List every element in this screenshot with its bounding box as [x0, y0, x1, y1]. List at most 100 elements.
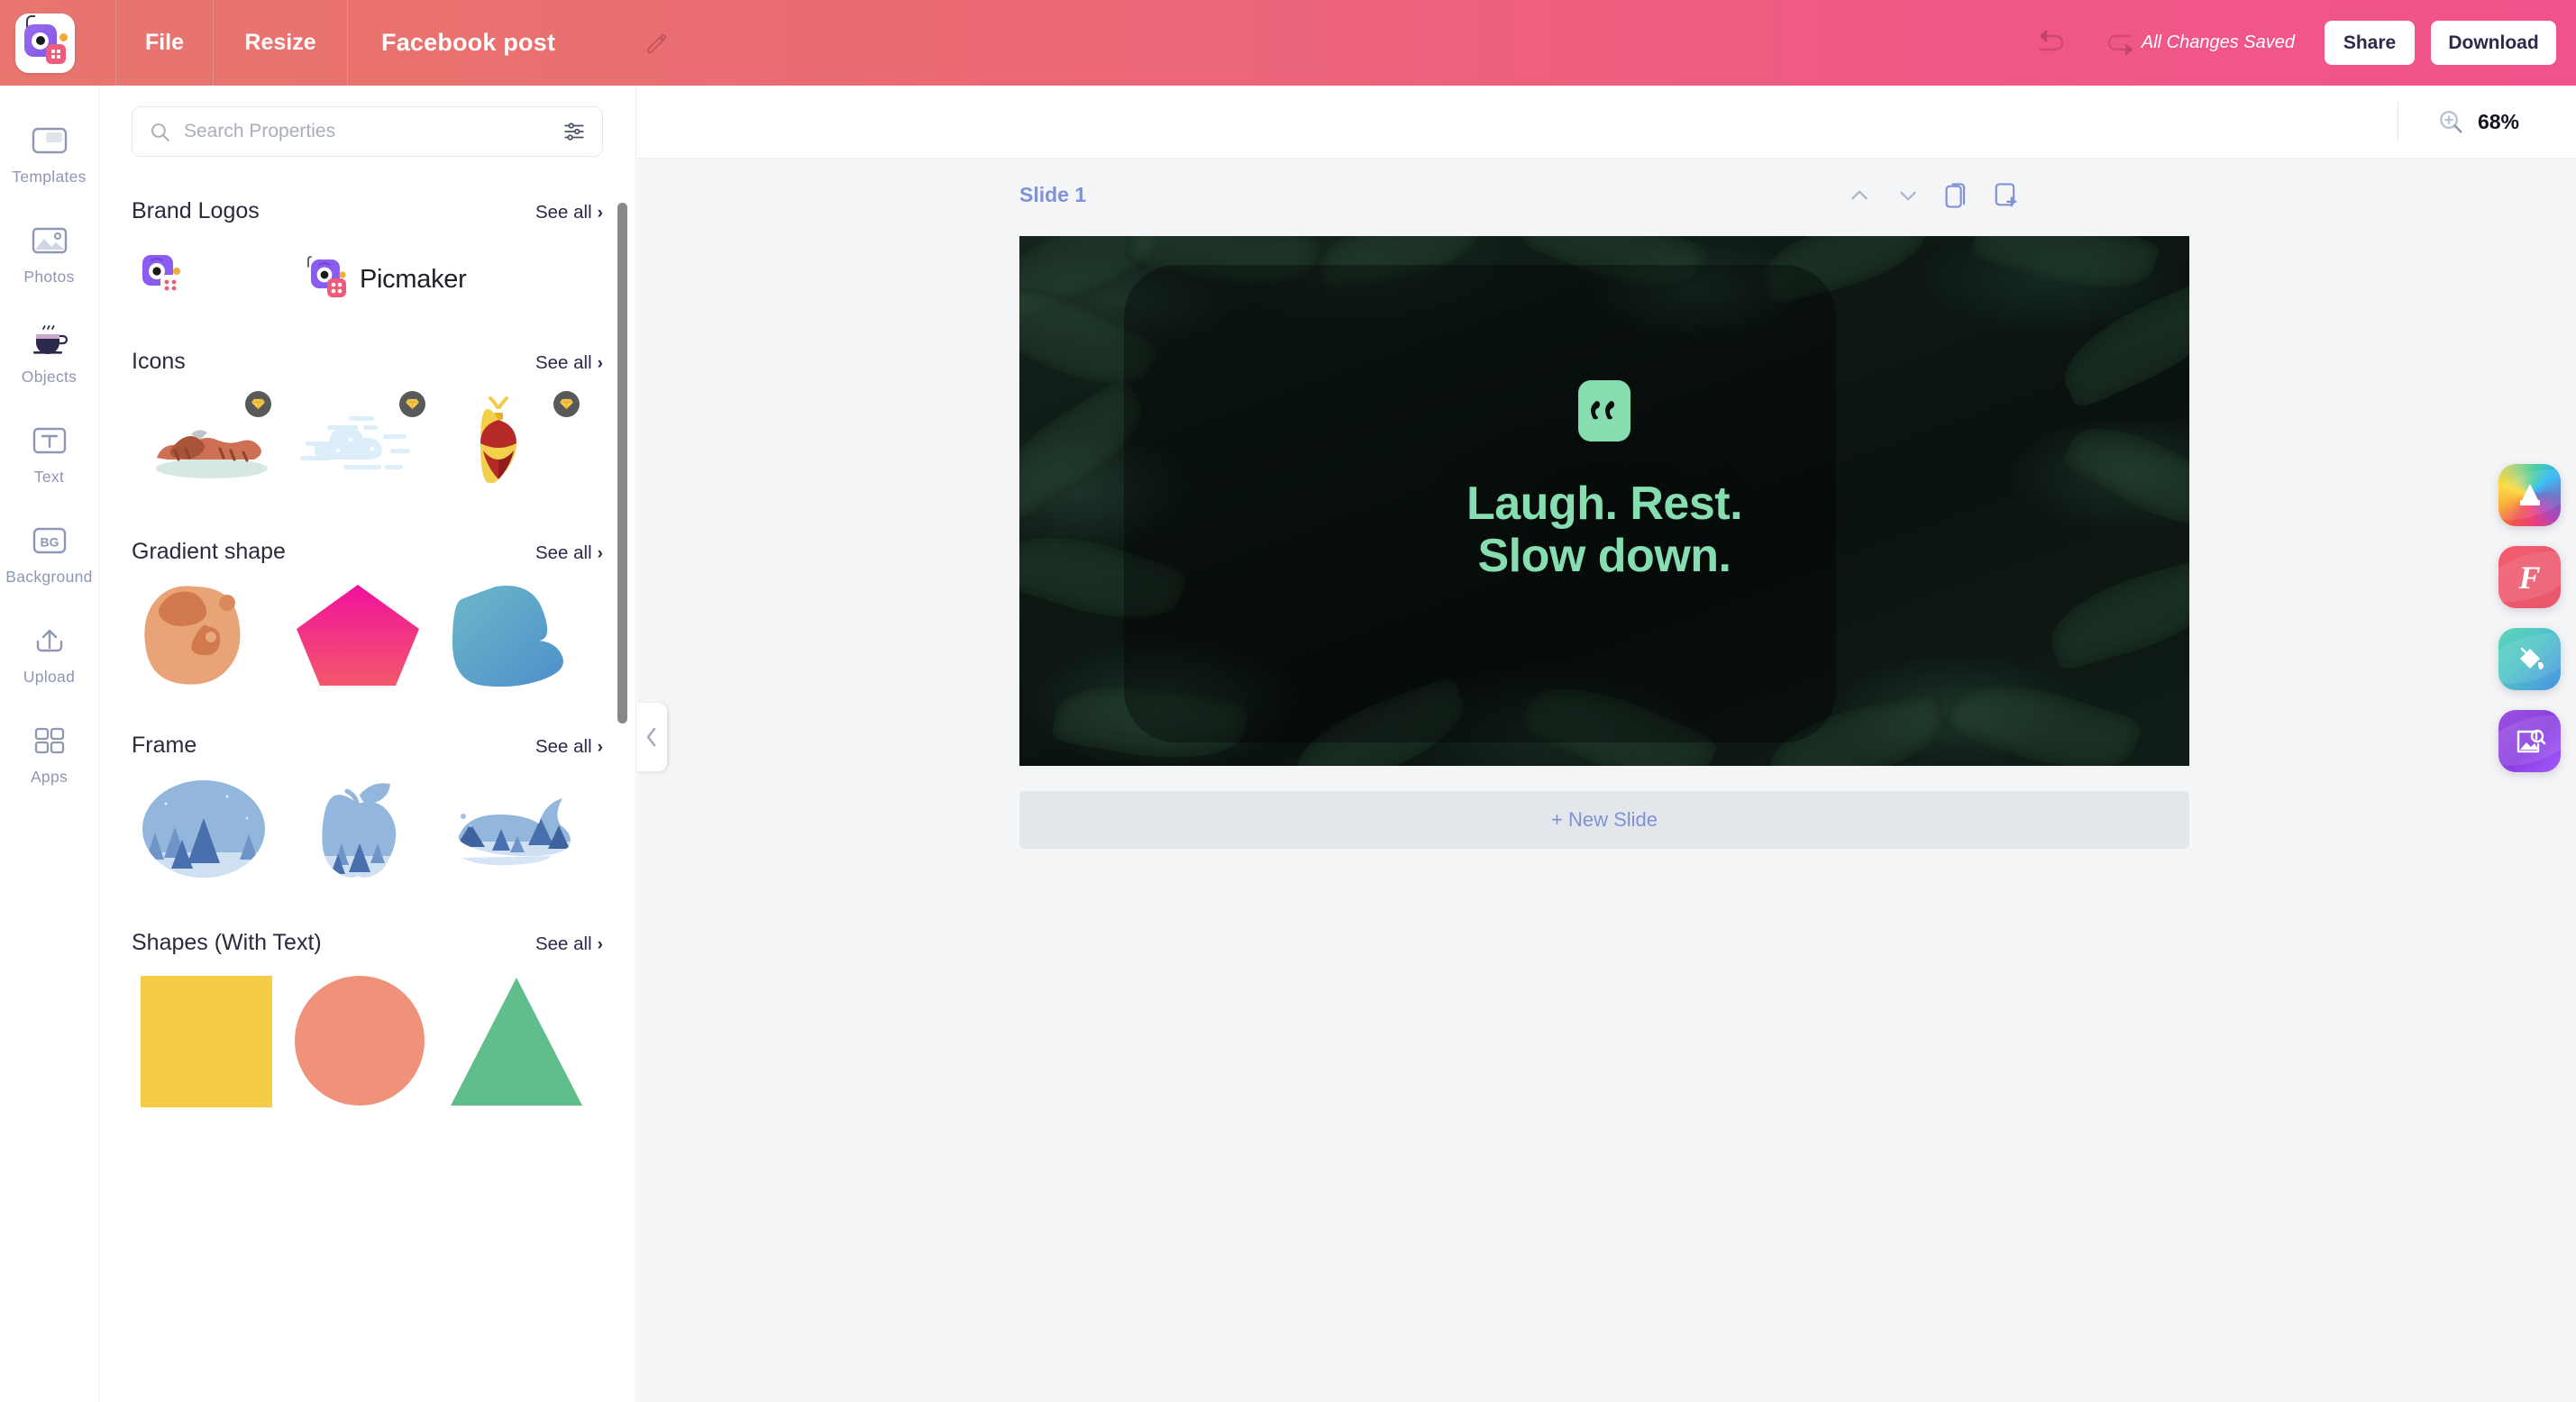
resize-menu[interactable]: Resize: [214, 0, 347, 86]
left-rail: Templates Photos Objects Text BG Backgro…: [0, 86, 99, 1402]
color-palette-tool[interactable]: [2498, 464, 2561, 526]
undo-button[interactable]: [2030, 28, 2069, 59]
see-all-icons[interactable]: See all ›: [535, 352, 603, 374]
search-input[interactable]: [184, 121, 562, 142]
coffee-cup-icon: [28, 319, 71, 361]
slide-tools: [1843, 177, 2022, 214]
sidebar-item-photos[interactable]: Photos: [0, 219, 99, 287]
design-canvas[interactable]: Laugh. Rest. Slow down.: [1019, 236, 2189, 766]
upload-arrow-icon: [30, 619, 69, 661]
quote-mark-badge[interactable]: [1578, 380, 1631, 442]
see-all-label: See all: [534, 736, 592, 757]
icon-item-cloud[interactable]: [295, 391, 449, 490]
font-f-icon: F: [2518, 559, 2541, 596]
rename-button[interactable]: [644, 30, 671, 57]
move-slide-up-button[interactable]: [1843, 177, 1876, 214]
cloud-icon: [300, 416, 410, 469]
brand-logo-wordmark[interactable]: Picmaker: [302, 251, 599, 307]
save-status: All Changes Saved: [2141, 32, 2295, 52]
blob-orange-shape: [144, 586, 241, 685]
shape-item-pentagon-pink[interactable]: [295, 583, 449, 691]
panel-scrollbar-track[interactable]: [617, 203, 627, 1401]
circle-shape: [295, 976, 425, 1106]
add-slide-button[interactable]: [1989, 177, 2022, 214]
section-title: Shapes (With Text): [132, 930, 322, 955]
shape-item-triangle[interactable]: [449, 976, 603, 1112]
filter-sliders-icon[interactable]: [562, 120, 586, 143]
svg-text:BG: BG: [40, 534, 59, 549]
sidebar-item-upload[interactable]: Upload: [0, 619, 99, 687]
icon-item-grilled-food[interactable]: [141, 391, 295, 490]
sidebar-item-objects[interactable]: Objects: [0, 319, 99, 387]
duplicate-slide-button[interactable]: [1941, 177, 1973, 214]
apple-forest-frame: [322, 783, 397, 878]
circle-forest-frame: [142, 780, 265, 878]
properties-panel: Brand Logos See all ›: [99, 86, 636, 1402]
picmaker-editor: File Resize Facebook post All Changes Sa…: [0, 0, 2576, 1402]
frame-item-whale-forest[interactable]: [449, 778, 603, 887]
icon-item-ornament[interactable]: [449, 391, 603, 490]
square-shape: [141, 976, 272, 1107]
diamond-icon: [560, 398, 573, 410]
picmaker-wordmark-text: Picmaker: [360, 264, 467, 294]
zoom-control[interactable]: 68%: [2397, 102, 2519, 141]
shape-item-blob-blue[interactable]: [449, 583, 603, 691]
see-all-label: See all: [534, 542, 592, 563]
undo-icon: [2039, 29, 2064, 50]
see-all-shapes-with-text[interactable]: See all ›: [535, 933, 603, 955]
picmaker-wordmark-icon: [307, 256, 346, 297]
sidebar-item-templates[interactable]: Templates: [0, 119, 99, 187]
panel-scrollbar-thumb[interactable]: [617, 203, 627, 724]
move-slide-down-button[interactable]: [1892, 177, 1924, 214]
sidebar-item-text[interactable]: Text: [0, 419, 99, 487]
document-title[interactable]: Facebook post: [348, 0, 555, 86]
premium-badge: [553, 391, 580, 417]
canvas-workspace: 68% Slide 1 Laugh. Rest. Slow down. + Ne…: [637, 86, 2576, 1402]
see-all-brand-logos[interactable]: See all ›: [535, 202, 603, 223]
text-t-icon: [31, 419, 69, 461]
zoom-bar: 68%: [637, 86, 2576, 159]
background-bg-icon: BG: [30, 519, 69, 561]
ornament-icon: [480, 396, 516, 483]
sidebar-label: Apps: [30, 768, 69, 786]
pentagon-pink-shape: [297, 585, 419, 686]
fonts-tool[interactable]: F: [2498, 546, 2561, 608]
slide-label: Slide 1: [1019, 183, 1087, 206]
copy-icon: [1945, 183, 1966, 208]
sidebar-item-apps[interactable]: Apps: [0, 719, 99, 787]
chevron-right-icon: ›: [597, 203, 603, 223]
chevron-up-icon: [1851, 190, 1868, 200]
plus-page-icon: [1995, 183, 2017, 207]
section-title: Frame: [132, 733, 197, 758]
fill-color-tool[interactable]: [2498, 628, 2561, 690]
section-header: Brand Logos See all ›: [132, 198, 603, 224]
download-button[interactable]: Download: [2431, 21, 2556, 65]
search-box[interactable]: [132, 106, 603, 157]
app-header: File Resize Facebook post All Changes Sa…: [0, 0, 2576, 86]
canvas-quote-text[interactable]: Laugh. Rest. Slow down.: [1019, 478, 2189, 582]
share-button[interactable]: Share: [2325, 21, 2415, 65]
see-all-gradient-shape[interactable]: See all ›: [535, 542, 603, 564]
brand-logo-mark[interactable]: [141, 251, 226, 307]
collapse-panel-button[interactable]: [636, 703, 667, 771]
redo-button[interactable]: [2102, 28, 2142, 59]
section-header: Icons See all ›: [132, 349, 603, 375]
image-search-tool[interactable]: [2498, 710, 2561, 772]
section-brand-logos: Brand Logos See all › Picmaker: [99, 198, 635, 307]
picmaker-logo[interactable]: [15, 13, 75, 73]
leaf-decoration: [2050, 274, 2189, 411]
frame-item-circle-forest[interactable]: [141, 778, 295, 887]
triangle-shape: [451, 978, 582, 1106]
frame-item-apple-forest[interactable]: [295, 778, 449, 887]
new-slide-button[interactable]: + New Slide: [1019, 791, 2189, 849]
shape-item-square[interactable]: [141, 976, 295, 1112]
search-row: [99, 86, 635, 157]
section-frame: Frame See all ›: [99, 733, 635, 887]
sidebar-item-background[interactable]: BG Background: [0, 519, 99, 587]
shape-item-circle[interactable]: [295, 976, 449, 1112]
see-all-frame[interactable]: See all ›: [535, 736, 603, 758]
file-menu[interactable]: File: [116, 0, 213, 86]
rainbow-crown-icon: [2519, 483, 2540, 505]
shape-item-blob-orange[interactable]: [141, 583, 295, 691]
section-header: Gradient shape See all ›: [132, 539, 603, 565]
